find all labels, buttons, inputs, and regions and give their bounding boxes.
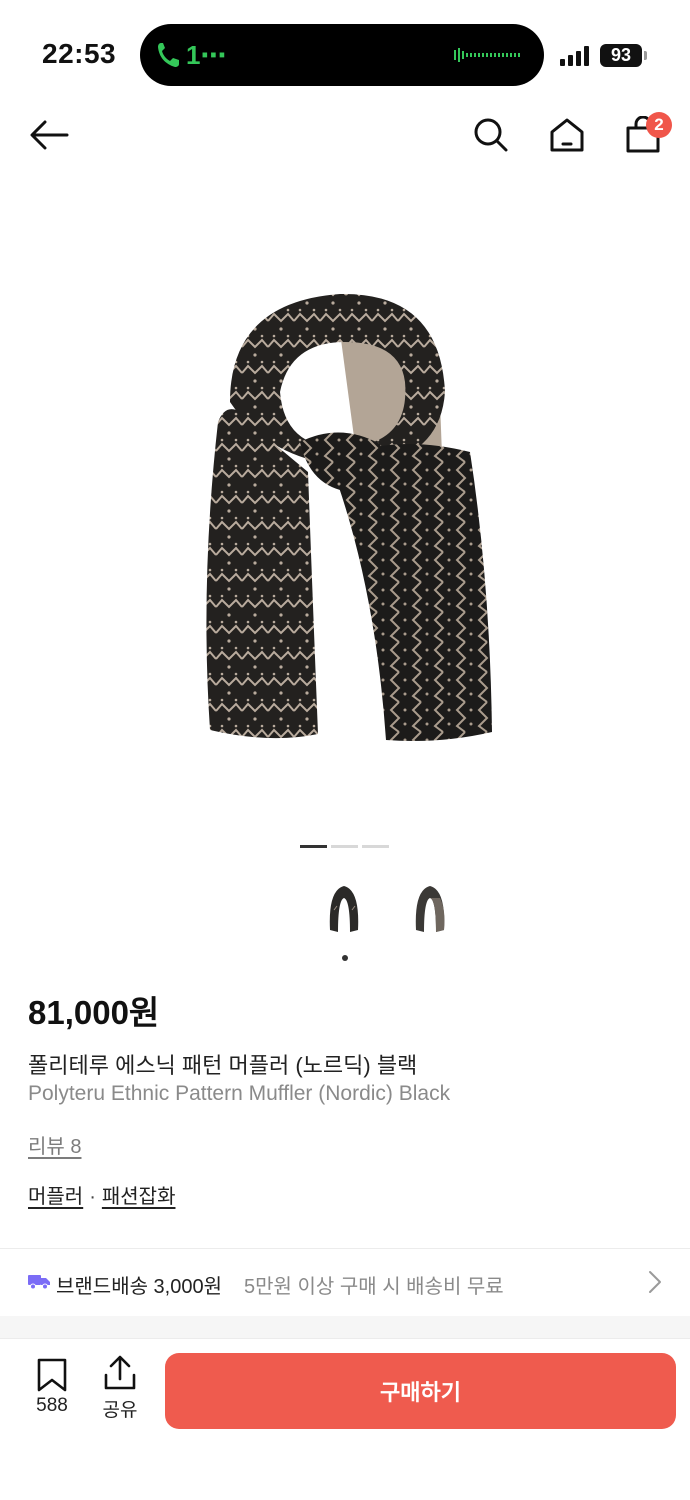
dynamic-island[interactable]: 1⋯ bbox=[140, 24, 544, 86]
section-spacer bbox=[0, 1316, 690, 1338]
bottom-action-bar: 588 공유 구매하기 bbox=[0, 1338, 690, 1500]
category-breadcrumb: 머플러 · 패션잡화 bbox=[28, 1180, 175, 1209]
status-bar: 22:53 1⋯ 93 bbox=[0, 0, 690, 100]
cellular-signal-icon bbox=[560, 46, 589, 66]
battery-level: 93 bbox=[600, 44, 642, 67]
thumbnail-selected-dot bbox=[342, 955, 348, 961]
share-button[interactable] bbox=[96, 1355, 144, 1396]
product-name-korean: 폴리테루 에스닉 패턴 머플러 (노르딕) 블랙 bbox=[28, 1053, 418, 1078]
share-icon bbox=[104, 1355, 136, 1390]
delivery-truck-icon bbox=[28, 1275, 50, 1290]
free-shipping-note: 5만원 이상 구매 시 배송비 무료 bbox=[244, 1276, 504, 1298]
category-separator: · bbox=[89, 1186, 96, 1208]
category-link-fashion-accessories[interactable]: 패션잡화 bbox=[102, 1186, 176, 1208]
bookmark-count: 588 bbox=[36, 1395, 68, 1416]
back-button[interactable] bbox=[24, 110, 74, 160]
audio-waveform-icon bbox=[454, 48, 520, 62]
home-button[interactable] bbox=[542, 110, 592, 160]
cart-button[interactable]: 2 bbox=[618, 110, 672, 160]
search-icon bbox=[474, 118, 508, 152]
review-link[interactable]: 리뷰 8 bbox=[28, 1130, 81, 1159]
thumbnail-1[interactable] bbox=[324, 880, 364, 940]
gallery-indicator-3[interactable] bbox=[362, 845, 389, 848]
top-nav: 2 bbox=[0, 100, 690, 170]
thumbnail-2[interactable] bbox=[410, 880, 450, 940]
bookmark-icon bbox=[37, 1358, 67, 1392]
category-link-muffler[interactable]: 머플러 bbox=[28, 1186, 83, 1208]
back-arrow-icon bbox=[30, 120, 69, 150]
cart-count-badge: 2 bbox=[646, 112, 672, 138]
call-duration: 1⋯ bbox=[186, 40, 227, 70]
bookmark-button[interactable] bbox=[28, 1357, 76, 1398]
product-image[interactable] bbox=[190, 282, 500, 752]
shipping-info-row[interactable]: 브랜드배송 3,000원 5만원 이상 구매 시 배송비 무료 bbox=[0, 1250, 690, 1316]
product-price: 81,000원 bbox=[28, 994, 160, 1031]
product-name-english: Polyteru Ethnic Pattern Muffler (Nordic)… bbox=[28, 1082, 451, 1105]
buy-button[interactable]: 구매하기 bbox=[165, 1353, 676, 1429]
phone-call-icon bbox=[158, 43, 179, 67]
battery-tip bbox=[644, 51, 647, 60]
status-time: 22:53 bbox=[42, 38, 117, 69]
chevron-right-icon bbox=[649, 1271, 661, 1293]
home-icon bbox=[550, 118, 584, 152]
share-label: 공유 bbox=[102, 1400, 138, 1421]
gallery-indicator-1[interactable] bbox=[300, 845, 327, 848]
search-button[interactable] bbox=[466, 110, 516, 160]
divider bbox=[0, 1248, 690, 1249]
shipping-brand-fee: 브랜드배송 3,000원 bbox=[56, 1276, 223, 1298]
gallery-indicator-2[interactable] bbox=[331, 845, 358, 848]
